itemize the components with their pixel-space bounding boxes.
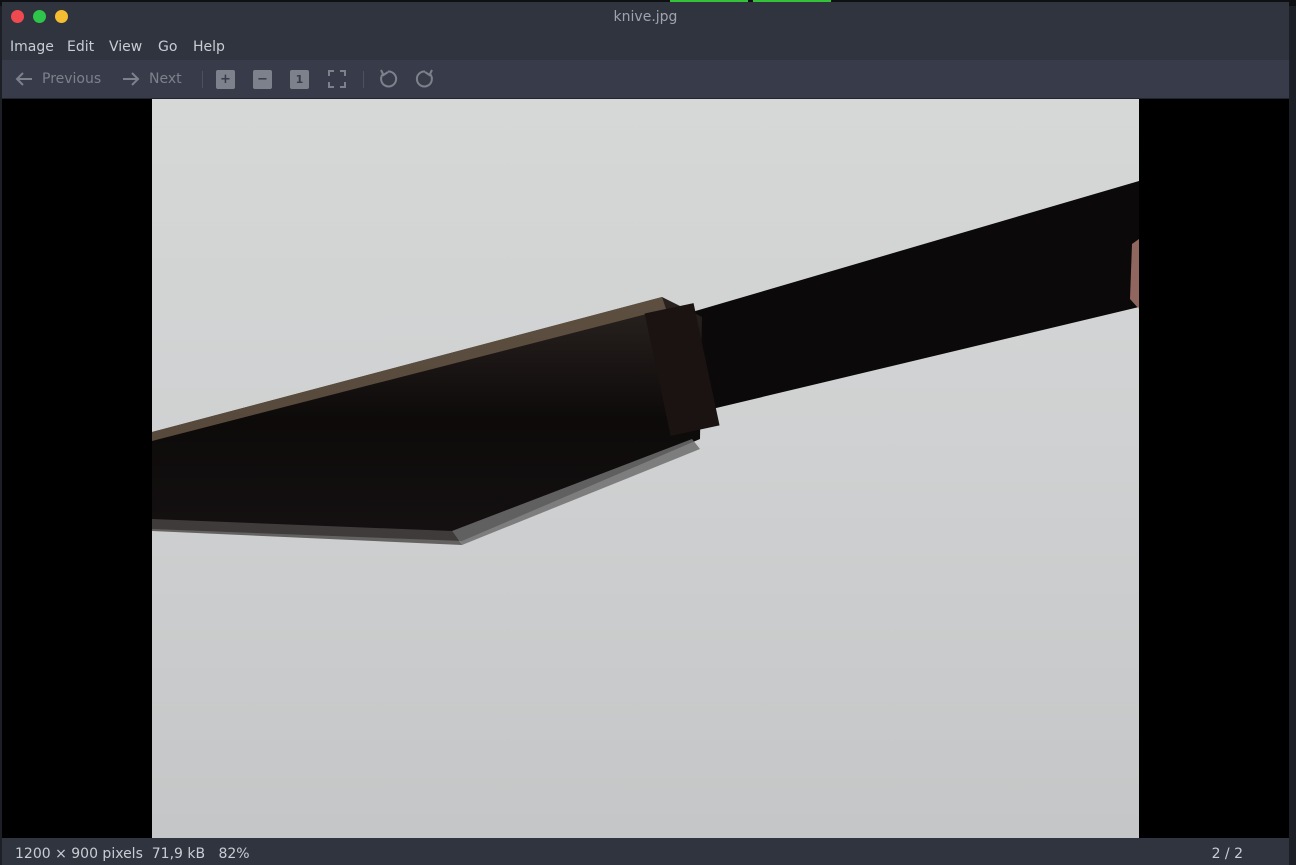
image-viewer-window: knive.jpg Image Edit View Go Help Previo… [2, 2, 1289, 865]
arrow-right-icon [123, 72, 140, 86]
plus-icon: + [216, 69, 235, 89]
previous-label: Previous [42, 71, 102, 87]
rotate-right-icon [415, 69, 433, 88]
next-button[interactable]: Next [121, 60, 182, 98]
rotate-right-button[interactable] [414, 60, 436, 98]
image-dimensions: 1200 × 900 pixels [15, 846, 143, 862]
zoom-out-button[interactable]: − [253, 60, 272, 98]
image-canvas[interactable] [2, 99, 1289, 838]
window-title: knive.jpg [613, 9, 678, 25]
menu-help[interactable]: Help [193, 39, 225, 55]
displayed-photo [152, 99, 1139, 838]
knife-photo-image [152, 99, 1139, 838]
fit-window-button[interactable] [327, 60, 347, 98]
fullscreen-icon [328, 70, 346, 88]
toolbar: Previous Next + − 1 [2, 60, 1289, 99]
menu-edit[interactable]: Edit [67, 39, 94, 55]
arrow-left-icon [15, 72, 32, 86]
previous-button[interactable]: Previous [14, 60, 101, 98]
next-label: Next [149, 71, 182, 87]
toolbar-separator [202, 71, 203, 88]
title-bar[interactable]: knive.jpg [2, 2, 1289, 31]
zoom-in-button[interactable]: + [216, 60, 235, 98]
image-position: 2 / 2 [1211, 846, 1243, 862]
one-to-one-icon: 1 [290, 69, 309, 89]
rotate-left-icon [380, 69, 398, 88]
menu-go[interactable]: Go [158, 39, 177, 55]
file-size: 71,9 kB [151, 846, 206, 862]
menu-bar: Image Edit View Go Help [2, 31, 1289, 60]
menu-view[interactable]: View [109, 39, 142, 55]
rotate-left-button[interactable] [377, 60, 399, 98]
minus-icon: − [253, 69, 272, 89]
image-info: 1200 × 900 pixels 71,9 kB 82% [15, 846, 250, 862]
zoom-level: 82% [218, 846, 250, 862]
actual-size-button[interactable]: 1 [290, 60, 309, 98]
menu-image[interactable]: Image [10, 39, 54, 55]
status-bar: 1200 × 900 pixels 71,9 kB 82% 2 / 2 [2, 838, 1289, 865]
toolbar-separator [363, 71, 364, 88]
